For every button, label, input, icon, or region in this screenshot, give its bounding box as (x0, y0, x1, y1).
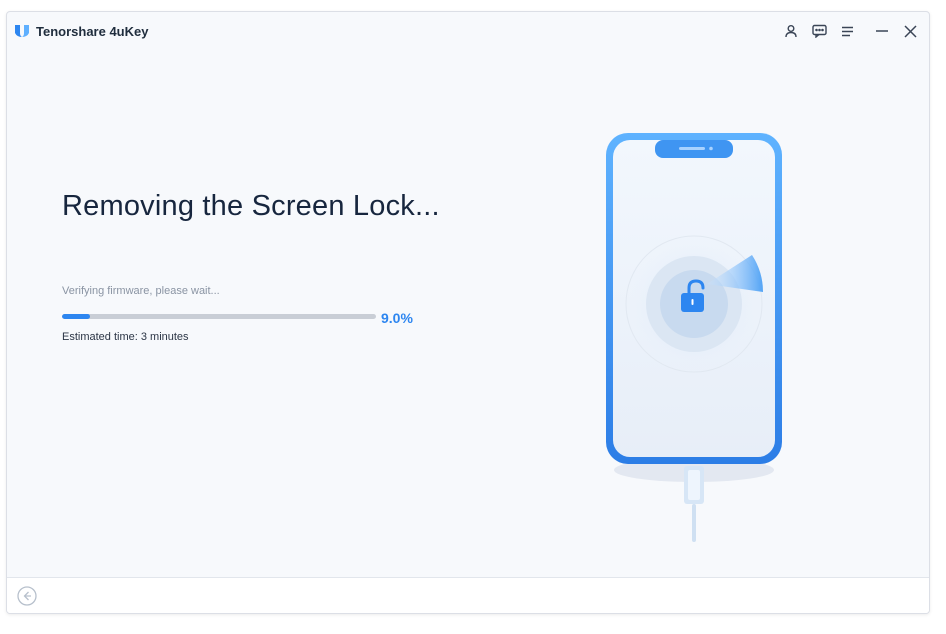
usb-cable-icon (684, 466, 704, 542)
back-arrow-icon[interactable] (17, 586, 37, 606)
progress-bar (62, 314, 376, 319)
feedback-icon[interactable] (810, 22, 828, 40)
app-logo-icon (15, 25, 29, 37)
menu-icon[interactable] (838, 22, 856, 40)
account-icon[interactable] (782, 22, 800, 40)
progress-bar-fill (62, 314, 91, 319)
status-text: Verifying firmware, please wait... (62, 285, 220, 297)
minimize-icon[interactable] (873, 22, 891, 40)
estimated-time: Estimated time: 3 minutes (62, 331, 189, 343)
progress-percent: 9.0% (381, 310, 413, 326)
app-title: Tenorshare 4uKey (36, 24, 149, 39)
phone-icon (606, 133, 782, 542)
phone-illustration (567, 122, 847, 567)
page-title: Removing the Screen Lock... (62, 190, 440, 222)
close-icon[interactable] (901, 22, 919, 40)
app-window: Tenorshare 4uKey Removing the Screen Loc… (6, 11, 930, 614)
title-bar: Tenorshare 4uKey (7, 12, 929, 52)
footer-bar (7, 577, 929, 613)
